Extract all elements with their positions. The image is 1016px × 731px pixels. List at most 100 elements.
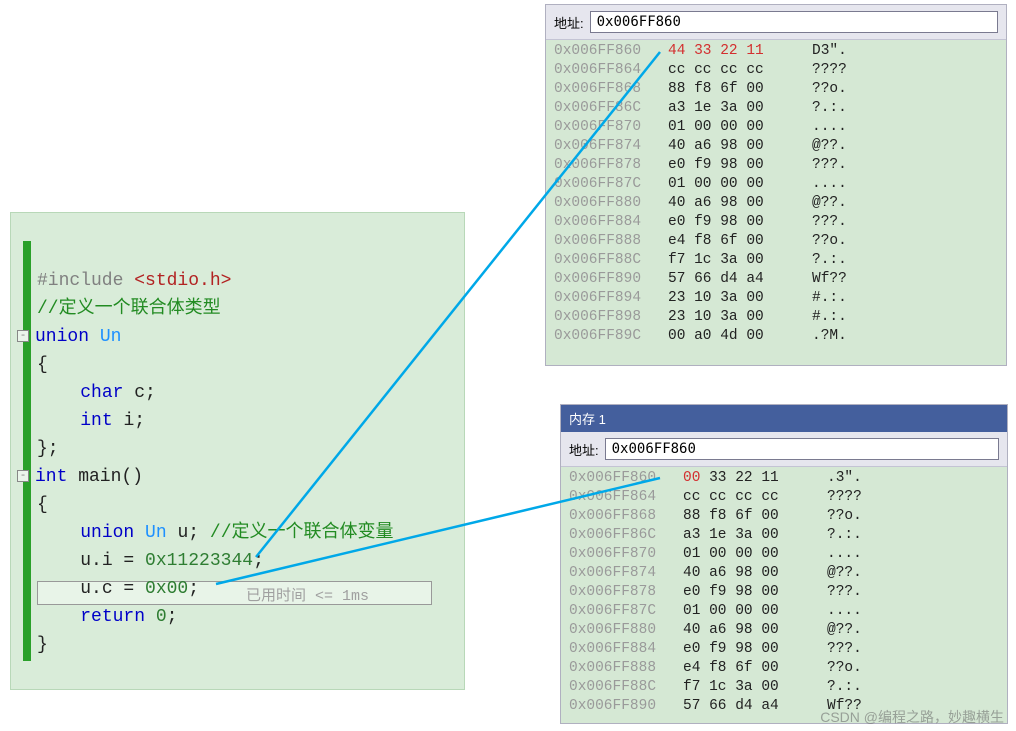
memory-address: 0x006FF888 [554,232,654,251]
memory-bytes: 01 00 00 00 [683,602,813,621]
type-un: Un [100,327,122,347]
memory-row: 0x006FF88Cf7 1c 3a 00?.:. [569,678,999,697]
memory-row: 0x006FF884 e0 f9 98 00???. [569,640,999,659]
memory-bytes: a3 1e 3a 00 [668,99,798,118]
memory-bytes: f7 1c 3a 00 [668,251,798,270]
address-label: 地址: [569,440,599,459]
memory-ascii: #.:. [812,308,847,327]
memory-row: 0x006FF87C 01 00 00 00.... [569,602,999,621]
memory-bytes: 88 f8 6f 00 [668,80,798,99]
comment-union-type: //定义一个联合体类型 [37,299,221,319]
memory-ascii: ???. [827,640,862,659]
kw-char: char [80,383,123,403]
memory-row: 0x006FF864cc cc cc cc???? [569,488,999,507]
memory-ascii: @??. [827,621,862,640]
memory-window-bottom: 内存 1 地址: 0x006FF86000 33 22 11.3".0x006F… [560,404,1008,724]
memory-address: 0x006FF86C [569,526,669,545]
memory-bytes: 01 00 00 00 [668,175,798,194]
memory-address: 0x006FF87C [569,602,669,621]
memory-row: 0x006FF87440 a6 98 00@??. [569,564,999,583]
memory-bytes: 57 66 d4 a4 [683,697,813,716]
address-input[interactable] [590,11,998,33]
num-zero: 0 [145,607,167,627]
memory-ascii: ???. [827,583,862,602]
comment-var: //定义一个联合体变量 [210,523,394,543]
memory-bytes: 01 00 00 00 [683,545,813,564]
code-editor: #include <stdio.h> //定义一个联合体类型 -union Un… [10,212,465,690]
memory-address: 0x006FF860 [569,469,669,488]
memory-row: 0x006FF87001 00 00 00.... [569,545,999,564]
memory-bytes: 40 a6 98 00 [683,621,813,640]
lbrace: { [37,355,48,375]
memory-ascii: ??o. [812,80,847,99]
memory-ascii: ???. [812,213,847,232]
memory-ascii: ?.:. [827,526,862,545]
memory-address: 0x006FF888 [569,659,669,678]
memory-address: 0x006FF864 [554,61,654,80]
memory-bytes: 23 10 3a 00 [668,289,798,308]
memory-row: 0x006FF888e4 f8 6f 00??o. [569,659,999,678]
memory-address: 0x006FF874 [569,564,669,583]
memory-bytes: 00 a0 4d 00 [668,327,798,346]
memory-bytes: 40 a6 98 00 [668,137,798,156]
memory-row: 0x006FF89423 10 3a 00#.:. [554,289,998,308]
memory-row: 0x006FF88Cf7 1c 3a 00?.:. [554,251,998,270]
memory-row: 0x006FF868 88 f8 6f 00 ??o. [554,80,998,99]
memory-ascii: @??. [827,564,862,583]
memory-row: 0x006FF87C01 00 00 00.... [554,175,998,194]
debug-time-annotation: 已用时间 <= 1ms [246,584,369,605]
num-00: 0x00 [145,579,188,599]
memory-ascii: ??o. [812,232,847,251]
memory-row: 0x006FF86000 33 22 11.3". [569,469,999,488]
memory-rows[interactable]: 0x006FF86000 33 22 11.3".0x006FF864cc cc… [561,467,1007,722]
address-input[interactable] [605,438,999,460]
lbrace2: { [37,495,48,515]
memory-bytes: 01 00 00 00 [668,118,798,137]
memory-address: 0x006FF890 [569,697,669,716]
kw-return: return [80,607,145,627]
kw-union: union [35,327,89,347]
memory-ascii: ?.:. [812,99,847,118]
memory-row: 0x006FF89C00 a0 4d 00.?M. [554,327,998,346]
memory-rows[interactable]: 0x006FF86044 33 22 11D3".0x006FF864cc cc… [546,40,1006,352]
memory-bytes: 23 10 3a 00 [668,308,798,327]
memory-address: 0x006FF884 [554,213,654,232]
memory-window-title: 内存 1 [561,405,1007,432]
num-11223344: 0x11223344 [145,551,253,571]
memory-bytes: 88 f8 6f 00 [683,507,813,526]
memory-address: 0x006FF874 [554,137,654,156]
fold-icon[interactable]: - [17,470,29,482]
memory-bytes: 57 66 d4 a4 [668,270,798,289]
memory-row: 0x006FF888e4 f8 6f 00??o. [554,232,998,251]
memory-address: 0x006FF884 [569,640,669,659]
memory-bytes: e0 f9 98 00 [683,583,813,602]
assign-uc-lhs: u.c = [80,579,145,599]
memory-bytes: e4 f8 6f 00 [683,659,813,678]
memory-address: 0x006FF880 [569,621,669,640]
memory-bytes: e0 f9 98 00 [683,640,813,659]
memory-row: 0x006FF864cc cc cc cc???? [554,61,998,80]
memory-ascii: .... [827,602,862,621]
memory-ascii: ???. [812,156,847,175]
member-i: i; [123,411,145,431]
memory-address: 0x006FF870 [569,545,669,564]
memory-address: 0x006FF864 [569,488,669,507]
code-content[interactable]: #include <stdio.h> //定义一个联合体类型 -union Un… [37,239,394,687]
memory-bytes: cc cc cc cc [668,61,798,80]
watermark: CSDN @编程之路，妙趣横生 [820,707,1004,727]
include-header: <stdio.h> [134,271,231,291]
memory-bytes: 44 33 22 11 [668,42,798,61]
memory-ascii: .... [812,175,847,194]
member-c: c; [134,383,156,403]
memory-address: 0x006FF868 [554,80,654,99]
memory-ascii: .3". [827,469,862,488]
memory-address-bar: 地址: [546,5,1006,40]
var-u: u; [177,523,199,543]
fold-icon[interactable]: - [17,330,29,342]
memory-address: 0x006FF870 [554,118,654,137]
memory-address: 0x006FF86C [554,99,654,118]
memory-ascii: #.:. [812,289,847,308]
memory-row: 0x006FF89057 66 d4 a4Wf?? [554,270,998,289]
memory-ascii: .?M. [812,327,847,346]
memory-bytes: a3 1e 3a 00 [683,526,813,545]
